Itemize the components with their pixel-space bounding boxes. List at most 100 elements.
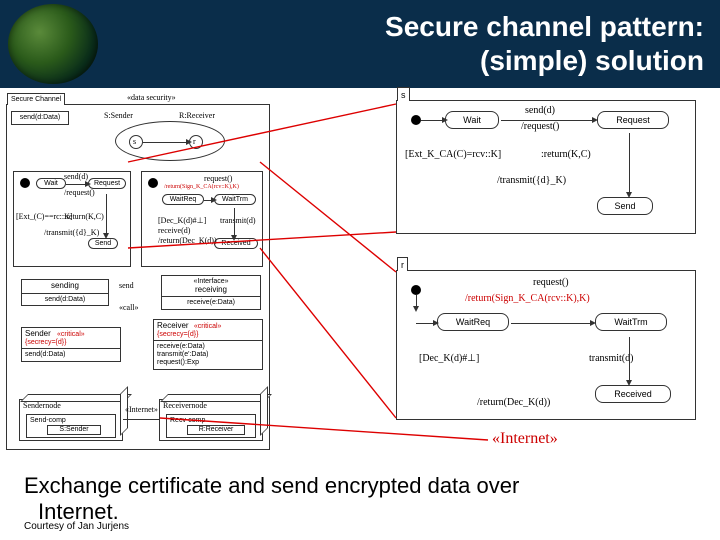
courtesy-text: Courtesy of Jan Jurjens xyxy=(24,521,129,532)
actor-receiver-label: R:Receiver xyxy=(179,111,215,120)
r-initial-icon xyxy=(411,285,421,295)
ev-trans-s: transmit(d) xyxy=(220,216,256,225)
r-received: Received xyxy=(595,385,671,403)
data-security-stereotype: «data security» xyxy=(127,93,176,102)
assoc-call: «call» xyxy=(119,303,139,312)
state-waitreq-s: WaitReq xyxy=(162,194,204,205)
r-arrow-wt-rcv xyxy=(629,337,630,381)
sendernode-label: Sendernode xyxy=(23,401,61,410)
tab-r: r xyxy=(397,257,408,271)
receiver-row0: receive(e:Data) xyxy=(157,343,259,351)
s-sender: S:Sender xyxy=(47,425,101,435)
tab-s: s xyxy=(397,87,410,101)
receiver-statechart-small: WaitReq WaitTrm Received request() /retu… xyxy=(141,171,263,267)
ev-recv-s: receive(d) xyxy=(158,226,190,235)
s-ev-request: /request() xyxy=(521,121,559,132)
ev-request: /request() xyxy=(64,188,95,197)
deploy-link-line xyxy=(123,419,159,420)
slide-header: Secure channel pattern: (simple) solutio… xyxy=(0,0,720,88)
r-waittrm: WaitTrm xyxy=(595,313,667,331)
caption-line1: Exchange certificate and send encrypted … xyxy=(24,473,519,498)
send-comp-label: Send-comp xyxy=(30,417,66,424)
sender-secrecy: {secrecy={d}} xyxy=(25,339,117,347)
send-iface-row: send(d:Data) xyxy=(15,114,65,122)
receiver-node: Receivernode Recv-comp R:Receiver xyxy=(159,399,263,441)
diagram-area: Secure Channel «data security» send(d:Da… xyxy=(0,88,720,462)
receiver-row2: request():Exp xyxy=(157,359,259,367)
receiver-class: Receiver «critical» {secrecy={d}} receiv… xyxy=(153,319,263,370)
initial-node-icon xyxy=(20,178,30,188)
sender-statechart: Wait Request Send send(d) /request() [Ex… xyxy=(13,171,131,267)
arrow-req-send xyxy=(106,194,107,234)
logo-globe-icon xyxy=(8,4,98,84)
statechart-r: r WaitReq WaitTrm Received request() /re… xyxy=(396,270,696,420)
state-send: Send xyxy=(88,238,118,249)
r-ev-request: request() xyxy=(533,277,569,288)
recv-comp: Recv-comp R:Receiver xyxy=(166,414,256,438)
arrow-wt-rcv xyxy=(234,208,235,236)
panel-tab: Secure Channel xyxy=(7,93,65,105)
sender-class: Sender «critical» {secrecy={d}} send(d:D… xyxy=(21,327,121,362)
receiver-name: Receiver xyxy=(157,321,189,330)
recv-comp-label: Recv-comp xyxy=(170,417,205,424)
arrow-wait-req xyxy=(66,184,86,185)
role-r-text: r xyxy=(193,137,196,146)
iface-recv-title: receiving xyxy=(165,286,257,295)
receiver-stereo: «critical» xyxy=(194,323,222,330)
s-arrow-init xyxy=(421,120,443,121)
s-ev-transmit: /transmit({d}_K) xyxy=(497,175,566,186)
receiver-row1: transmit(e':Data) xyxy=(157,351,259,359)
s-request: Request xyxy=(597,111,669,129)
send-interface-box: send(d:Data) xyxy=(11,111,69,125)
actor-sender-label: S:Sender xyxy=(104,111,133,120)
ev-retsign-s: /return(Sign_K_CA(rcv::K),K) xyxy=(164,184,239,190)
iface-recv-row: receive(e:Data) xyxy=(165,299,257,307)
receiver-secrecy: {secrecy={d}} xyxy=(157,331,259,339)
s-wait: Wait xyxy=(445,111,499,129)
sender-name: Sender xyxy=(25,329,51,338)
title-line-2: (simple) solution xyxy=(385,44,704,78)
slide-title: Secure channel pattern: (simple) solutio… xyxy=(385,10,704,77)
r-waitreq: WaitReq xyxy=(437,313,509,331)
s-arrow-req-send xyxy=(629,133,630,193)
r-ev-trans: transmit(d) xyxy=(589,353,633,364)
iface-sending-row: send(d:Data) xyxy=(25,296,105,304)
ev-request-s: request() xyxy=(204,174,232,183)
ev-return: :return(K,C) xyxy=(64,212,104,221)
title-line-1: Secure channel pattern: xyxy=(385,11,704,42)
s-ev-ext: [Ext_K_CA(C)=rcv::K] xyxy=(405,149,501,160)
ev-send: send(d) xyxy=(64,172,88,181)
iface-receiving: «Interface» receiving receive(e:Data) xyxy=(161,275,261,310)
recvnode-label: Receivernode xyxy=(163,401,207,410)
s-ev-send: send(d) xyxy=(525,105,555,116)
r-ev-dec: [Dec_K(d)#⊥] xyxy=(419,353,479,364)
caption-line2: Internet. xyxy=(38,499,119,524)
s-initial-icon xyxy=(411,115,421,125)
assoc-send: send xyxy=(119,281,134,290)
iface-sending-title: sending xyxy=(25,282,105,291)
sender-stereo: «critical» xyxy=(57,331,85,338)
r-ev-retsign: /return(Sign_K_CA(rcv::K),K) xyxy=(465,293,590,304)
r-arrow-init xyxy=(416,323,434,324)
ev-transmit: /transmit({d}_K) xyxy=(44,228,99,237)
collab-arrow xyxy=(143,142,187,143)
ev-dec-s: [Dec_K(d)#⊥] xyxy=(158,216,206,225)
state-waittrm-s: WaitTrm xyxy=(214,194,256,205)
internet-label: «Internet» xyxy=(492,430,558,448)
iface-sending: sending send(d:Data) xyxy=(21,279,109,306)
sender-row: send(d:Data) xyxy=(25,351,117,359)
statechart-s: s Wait Request Send send(d) /request() [… xyxy=(396,100,696,234)
s-ev-return: :return(K,C) xyxy=(541,149,591,160)
caption-text: Exchange certificate and send encrypted … xyxy=(24,473,519,524)
ev-retdec-s: /return(Dec_K(d)) xyxy=(158,236,217,245)
secure-channel-panel: Secure Channel «data security» send(d:Da… xyxy=(6,104,270,450)
r-arrow-init-d xyxy=(416,295,417,307)
r-receiver: R:Receiver xyxy=(187,425,245,435)
s-arrow-wait-req xyxy=(501,120,593,121)
initial-node-icon-2 xyxy=(148,178,158,188)
deploy-link-label: «Internet» xyxy=(125,405,158,414)
role-s-text: s xyxy=(133,137,136,146)
r-ev-retdec: /return(Dec_K(d)) xyxy=(477,397,550,408)
send-comp: Send-comp S:Sender xyxy=(26,414,116,438)
r-arrow-wr-wt xyxy=(511,323,591,324)
